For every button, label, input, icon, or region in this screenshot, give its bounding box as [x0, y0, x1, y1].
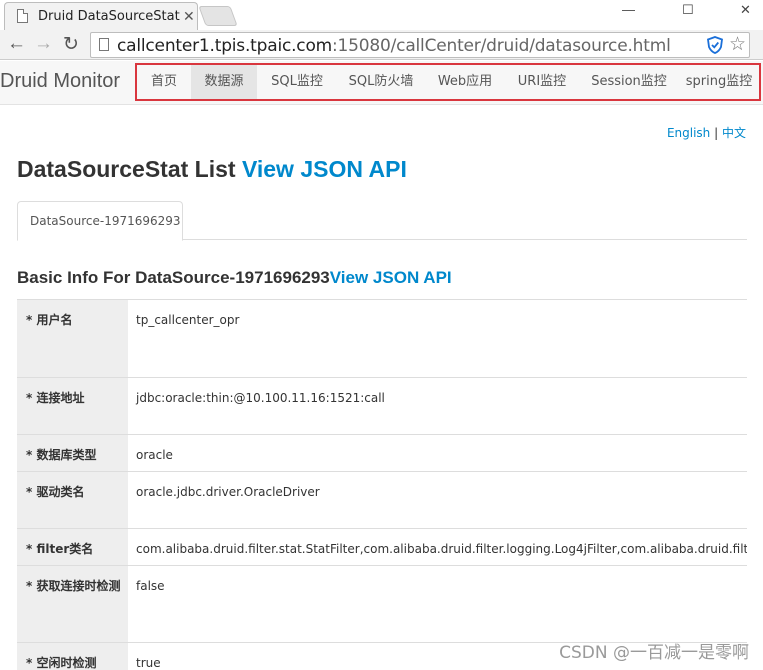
- table-row: * filter类名 com.alibaba.druid.filter.stat…: [17, 529, 747, 566]
- basic-info-title: Basic Info For DataSource-1971696293View…: [17, 268, 452, 288]
- basic-info-title-text: Basic Info For DataSource-1971696293: [17, 268, 330, 287]
- close-tab-icon[interactable]: ✕: [183, 8, 195, 25]
- view-json-api-link[interactable]: View JSON API: [242, 156, 407, 182]
- table-row: * 用户名 tp_callcenter_opr: [17, 300, 747, 378]
- nav-item-session[interactable]: Session监控: [579, 65, 679, 99]
- table-row: * 获取连接时检测 false: [17, 566, 747, 643]
- nav-item-uri[interactable]: URI监控: [505, 65, 579, 99]
- row-key: * filter类名: [17, 529, 128, 565]
- row-value: jdbc:oracle:thin:@10.100.11.16:1521:call: [136, 391, 385, 405]
- page-favicon-icon: [17, 9, 28, 23]
- nav-item-datasource[interactable]: 数据源: [191, 65, 257, 99]
- row-value: false: [136, 579, 165, 593]
- druid-navbar: Druid Monitor 首页 数据源 SQL监控 SQL防火墙 Web应用 …: [0, 61, 763, 105]
- back-icon[interactable]: ←: [7, 33, 26, 55]
- datasource-tabs: DataSource-1971696293: [17, 201, 747, 241]
- nav-item-wall[interactable]: SQL防火墙: [337, 65, 425, 99]
- csdn-watermark: CSDN @一百减一是零啊: [559, 643, 749, 663]
- row-value: oracle.jdbc.driver.OracleDriver: [136, 485, 320, 499]
- nav-item-webapp[interactable]: Web应用: [425, 65, 505, 99]
- table-row: * 数据库类型 oracle: [17, 435, 747, 472]
- nav-item-sql[interactable]: SQL监控: [257, 65, 337, 99]
- nav-item-home[interactable]: 首页: [137, 65, 191, 99]
- table-row: * 连接地址 jdbc:oracle:thin:@10.100.11.16:15…: [17, 378, 747, 435]
- forward-icon[interactable]: →: [34, 33, 53, 55]
- row-key: * 空闲时检测: [17, 643, 128, 670]
- basic-view-json-api-link[interactable]: View JSON API: [330, 268, 452, 287]
- page-title: DataSourceStat List View JSON API: [17, 156, 407, 183]
- row-value: oracle: [136, 448, 173, 462]
- reload-icon[interactable]: ↻: [63, 33, 79, 56]
- row-key: * 驱动类名: [17, 472, 128, 528]
- maximize-icon[interactable]: ☐: [682, 2, 694, 18]
- page-icon: [99, 38, 109, 51]
- minimize-icon[interactable]: ―: [622, 2, 635, 17]
- url-host: callcenter1.tpis.tpaic.com: [117, 36, 333, 56]
- browser-tab-title: Druid DataSourceStat: [38, 9, 180, 24]
- url-text[interactable]: callcenter1.tpis.tpaic.com:15080/callCen…: [117, 36, 671, 56]
- shield-icon[interactable]: [707, 36, 723, 54]
- browser-tab[interactable]: Druid DataSourceStat ✕: [4, 2, 198, 30]
- address-bar[interactable]: callcenter1.tpis.tpaic.com:15080/callCen…: [90, 32, 750, 58]
- new-tab-button[interactable]: [198, 6, 238, 26]
- browser-toolbar: ← → ↻ callcenter1.tpis.tpaic.com:15080/c…: [0, 30, 763, 60]
- lang-separator: |: [714, 126, 719, 140]
- row-key: * 数据库类型: [17, 435, 128, 471]
- basic-info-table: * 用户名 tp_callcenter_opr * 连接地址 jdbc:orac…: [17, 299, 747, 670]
- row-key: * 连接地址: [17, 378, 128, 434]
- url-path: :15080/callCenter/druid/datasource.html: [332, 36, 671, 56]
- tab-datasource[interactable]: DataSource-1971696293: [17, 201, 183, 241]
- row-value: tp_callcenter_opr: [136, 313, 240, 327]
- lang-chinese-link[interactable]: 中文: [722, 126, 746, 140]
- language-switch: English | 中文: [667, 124, 746, 141]
- nav-item-spring[interactable]: spring监控: [679, 65, 759, 99]
- row-key: * 用户名: [17, 300, 128, 377]
- lang-english-link[interactable]: English: [667, 126, 710, 140]
- row-key: * 获取连接时检测: [17, 566, 128, 642]
- window-close-icon[interactable]: ✕: [740, 2, 751, 18]
- browser-tabstrip: Druid DataSourceStat ✕ ― ☐ ✕: [0, 0, 763, 30]
- page-title-text: DataSourceStat List: [17, 156, 242, 182]
- nav-menu-highlight: 首页 数据源 SQL监控 SQL防火墙 Web应用 URI监控 Session监…: [135, 63, 761, 101]
- row-value: com.alibaba.druid.filter.stat.StatFilter…: [136, 542, 747, 556]
- bookmark-star-icon[interactable]: ☆: [729, 33, 746, 56]
- table-row: * 驱动类名 oracle.jdbc.driver.OracleDriver: [17, 472, 747, 529]
- brand-logo[interactable]: Druid Monitor: [0, 70, 120, 93]
